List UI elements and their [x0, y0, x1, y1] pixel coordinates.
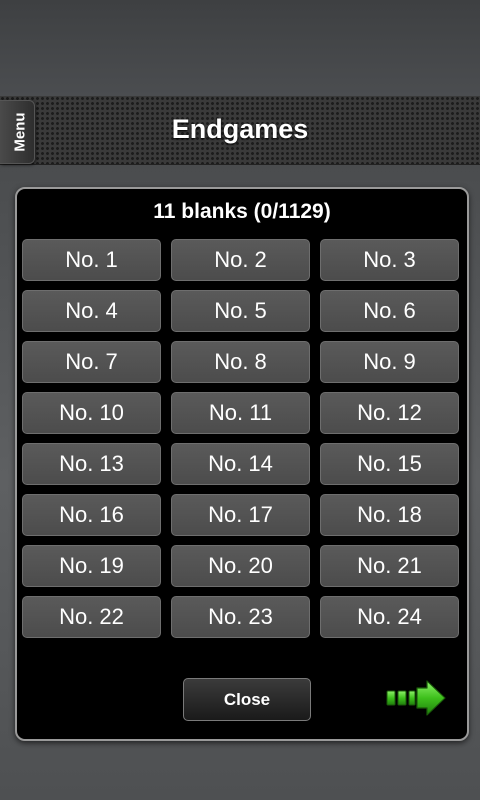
- level-button[interactable]: No. 9: [320, 341, 459, 383]
- level-button[interactable]: No. 24: [320, 596, 459, 638]
- level-button[interactable]: No. 3: [320, 239, 459, 281]
- level-button[interactable]: No. 23: [171, 596, 310, 638]
- level-button[interactable]: No. 15: [320, 443, 459, 485]
- menu-label: Menu: [11, 112, 29, 152]
- dialog-title: 11 blanks (0/1129): [153, 200, 331, 223]
- endgames-dialog: 11 blanks (0/1129) No. 1 No. 2 No. 3 No.…: [15, 187, 469, 741]
- level-button[interactable]: No. 17: [171, 494, 310, 536]
- close-button[interactable]: Close: [183, 678, 311, 721]
- level-grid: No. 1 No. 2 No. 3 No. 4 No. 5 No. 6 No. …: [22, 239, 462, 638]
- level-button[interactable]: No. 11: [171, 392, 310, 434]
- level-button[interactable]: No. 8: [171, 341, 310, 383]
- level-button[interactable]: No. 2: [171, 239, 310, 281]
- level-button[interactable]: No. 18: [320, 494, 459, 536]
- next-page-button[interactable]: [385, 679, 447, 717]
- level-button[interactable]: No. 13: [22, 443, 161, 485]
- top-band: [0, 0, 480, 96]
- level-button[interactable]: No. 20: [171, 545, 310, 587]
- level-button[interactable]: No. 10: [22, 392, 161, 434]
- level-button[interactable]: No. 22: [22, 596, 161, 638]
- level-button[interactable]: No. 12: [320, 392, 459, 434]
- level-button[interactable]: No. 1: [22, 239, 161, 281]
- green-arrow-right-icon: [386, 680, 446, 716]
- page-title: Endgames: [171, 114, 309, 144]
- level-button[interactable]: No. 5: [171, 290, 310, 332]
- menu-button[interactable]: Menu: [0, 100, 35, 164]
- level-button[interactable]: No. 19: [22, 545, 161, 587]
- header-bar: Endgames: [0, 96, 480, 165]
- level-button[interactable]: No. 6: [320, 290, 459, 332]
- level-button[interactable]: No. 14: [171, 443, 310, 485]
- level-button[interactable]: No. 16: [22, 494, 161, 536]
- level-button[interactable]: No. 7: [22, 341, 161, 383]
- level-button[interactable]: No. 21: [320, 545, 459, 587]
- level-button[interactable]: No. 4: [22, 290, 161, 332]
